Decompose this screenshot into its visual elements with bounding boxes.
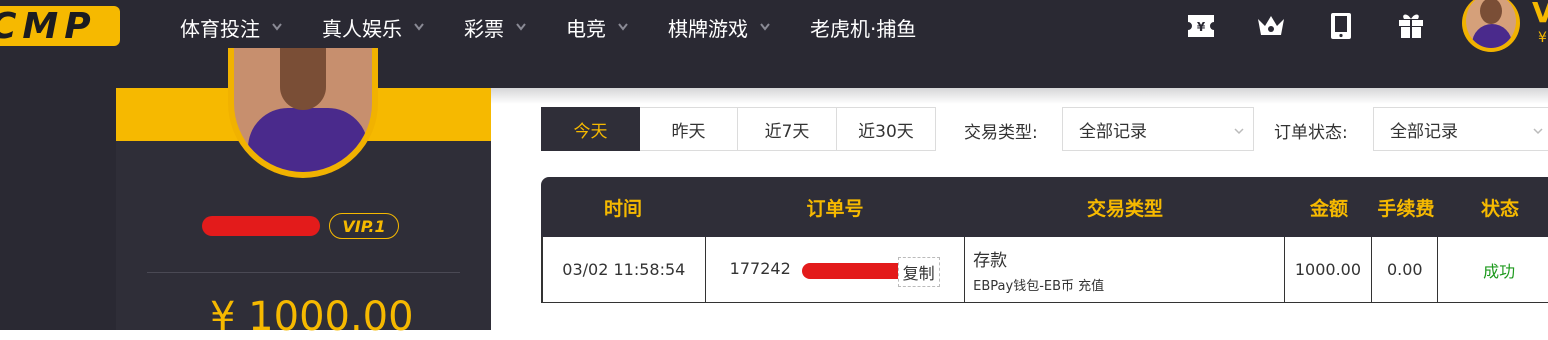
column-header-time: 时间 xyxy=(603,197,642,220)
site-logo[interactable]: CMP xyxy=(0,6,120,46)
transaction-type-select[interactable]: 全部记录 xyxy=(1062,107,1254,151)
nav-item-live-casino[interactable]: 真人娱乐 xyxy=(322,13,424,42)
cell-amount: 1000.00 xyxy=(1285,237,1373,302)
column-header-order-number: 订单号 xyxy=(806,197,864,220)
transaction-type-label: 交易类型: xyxy=(964,123,1038,143)
username-redaction xyxy=(202,216,320,236)
vip-letter: V xyxy=(1532,0,1548,29)
select-value: 全部记录 xyxy=(1390,121,1458,142)
nav-item-lottery[interactable]: 彩票 xyxy=(464,13,526,42)
chevron-down-icon xyxy=(1532,122,1544,142)
order-number-text: 177242 xyxy=(729,259,791,278)
user-avatar[interactable] xyxy=(1462,0,1520,52)
nav-item-card-games[interactable]: 棋牌游戏 xyxy=(668,13,770,42)
cell-time: 03/02 11:58:54 xyxy=(542,237,706,302)
cell-status: 成功 xyxy=(1483,261,1516,281)
ticket-icon[interactable]: ¥ xyxy=(1185,10,1217,42)
balance-amount: ¥ 1000.00 xyxy=(210,294,414,340)
column-header-amount: 金额 xyxy=(1309,197,1348,220)
cell-fee: 0.00 xyxy=(1372,237,1439,302)
chevron-down-icon xyxy=(516,23,526,31)
nav-item-label: 棋牌游戏 xyxy=(668,16,748,41)
chevron-down-icon xyxy=(618,23,628,31)
tab-yesterday[interactable]: 昨天 xyxy=(640,107,738,151)
balance-currency-icon: ¥ xyxy=(1538,30,1547,46)
cell-order-number: 177242 复制 xyxy=(706,237,966,302)
table-header: 时间 订单号 交易类型 金额 手续费 状态 xyxy=(541,177,1548,237)
gift-icon[interactable] xyxy=(1395,10,1427,42)
transactions-table: 时间 订单号 交易类型 金额 手续费 状态 03/02 11:58:54 177… xyxy=(541,177,1548,303)
svg-text:¥: ¥ xyxy=(1197,20,1206,34)
tab-last-30-days[interactable]: 近30天 xyxy=(837,107,936,151)
nav-item-label: 老虎机·捕鱼 xyxy=(810,16,917,41)
cell-transaction-type: 存款 EBPay钱包-EB币 充值 xyxy=(965,237,1285,302)
transaction-type-detail: EBPay钱包-EB币 充值 xyxy=(973,278,1105,294)
chevron-down-icon xyxy=(414,23,424,31)
nav-item-label: 彩票 xyxy=(464,16,504,41)
top-icon-group: ¥ xyxy=(1185,10,1465,42)
transaction-type-main: 存款 xyxy=(973,250,1008,271)
table-row: 03/02 11:58:54 177242 复制 存款 EBPay钱包-EB币 … xyxy=(541,237,1548,303)
select-value: 全部记录 xyxy=(1079,121,1147,142)
crown-icon[interactable] xyxy=(1255,10,1287,42)
copy-button[interactable]: 复制 xyxy=(897,257,940,287)
chevron-down-icon xyxy=(272,23,282,31)
avatar-photo xyxy=(234,48,372,172)
nav-item-label: 体育投注 xyxy=(180,16,260,41)
order-status-select[interactable]: 全部记录 xyxy=(1373,107,1548,151)
nav-item-esports[interactable]: 电竞 xyxy=(566,13,628,42)
column-header-status: 状态 xyxy=(1480,197,1519,220)
tab-last-7-days[interactable]: 近7天 xyxy=(738,107,837,151)
column-header-fee: 手续费 xyxy=(1377,197,1435,220)
chevron-down-icon xyxy=(760,23,770,31)
profile-avatar xyxy=(228,48,378,178)
tablet-icon[interactable] xyxy=(1325,10,1357,42)
profile-panel: VIP.1 ¥ 1000.00 xyxy=(116,48,491,340)
column-header-transaction-type: 交易类型 xyxy=(1086,197,1163,220)
tab-today[interactable]: 今天 xyxy=(541,107,640,151)
order-status-label: 订单状态: xyxy=(1274,123,1348,143)
profile-divider xyxy=(147,272,460,273)
date-range-tabs: 今天 昨天 近7天 近30天 xyxy=(541,107,936,151)
order-number-redaction xyxy=(801,263,910,279)
avatar-jersey xyxy=(248,108,368,172)
vip-badge: VIP.1 xyxy=(329,213,399,239)
nav-item-label: 真人娱乐 xyxy=(322,16,402,41)
main-nav: 体育投注 真人娱乐 彩票 电竞 棋牌游戏 老虎机·捕鱼 xyxy=(180,0,916,54)
nav-item-sports[interactable]: 体育投注 xyxy=(180,13,282,42)
nav-item-label: 电竞 xyxy=(566,16,606,41)
logo-text: CMP xyxy=(0,6,97,46)
chevron-down-icon xyxy=(1233,122,1245,142)
nav-item-slots-fishing[interactable]: 老虎机·捕鱼 xyxy=(810,13,916,42)
avatar-photo xyxy=(1466,0,1516,48)
left-margin xyxy=(0,88,116,330)
